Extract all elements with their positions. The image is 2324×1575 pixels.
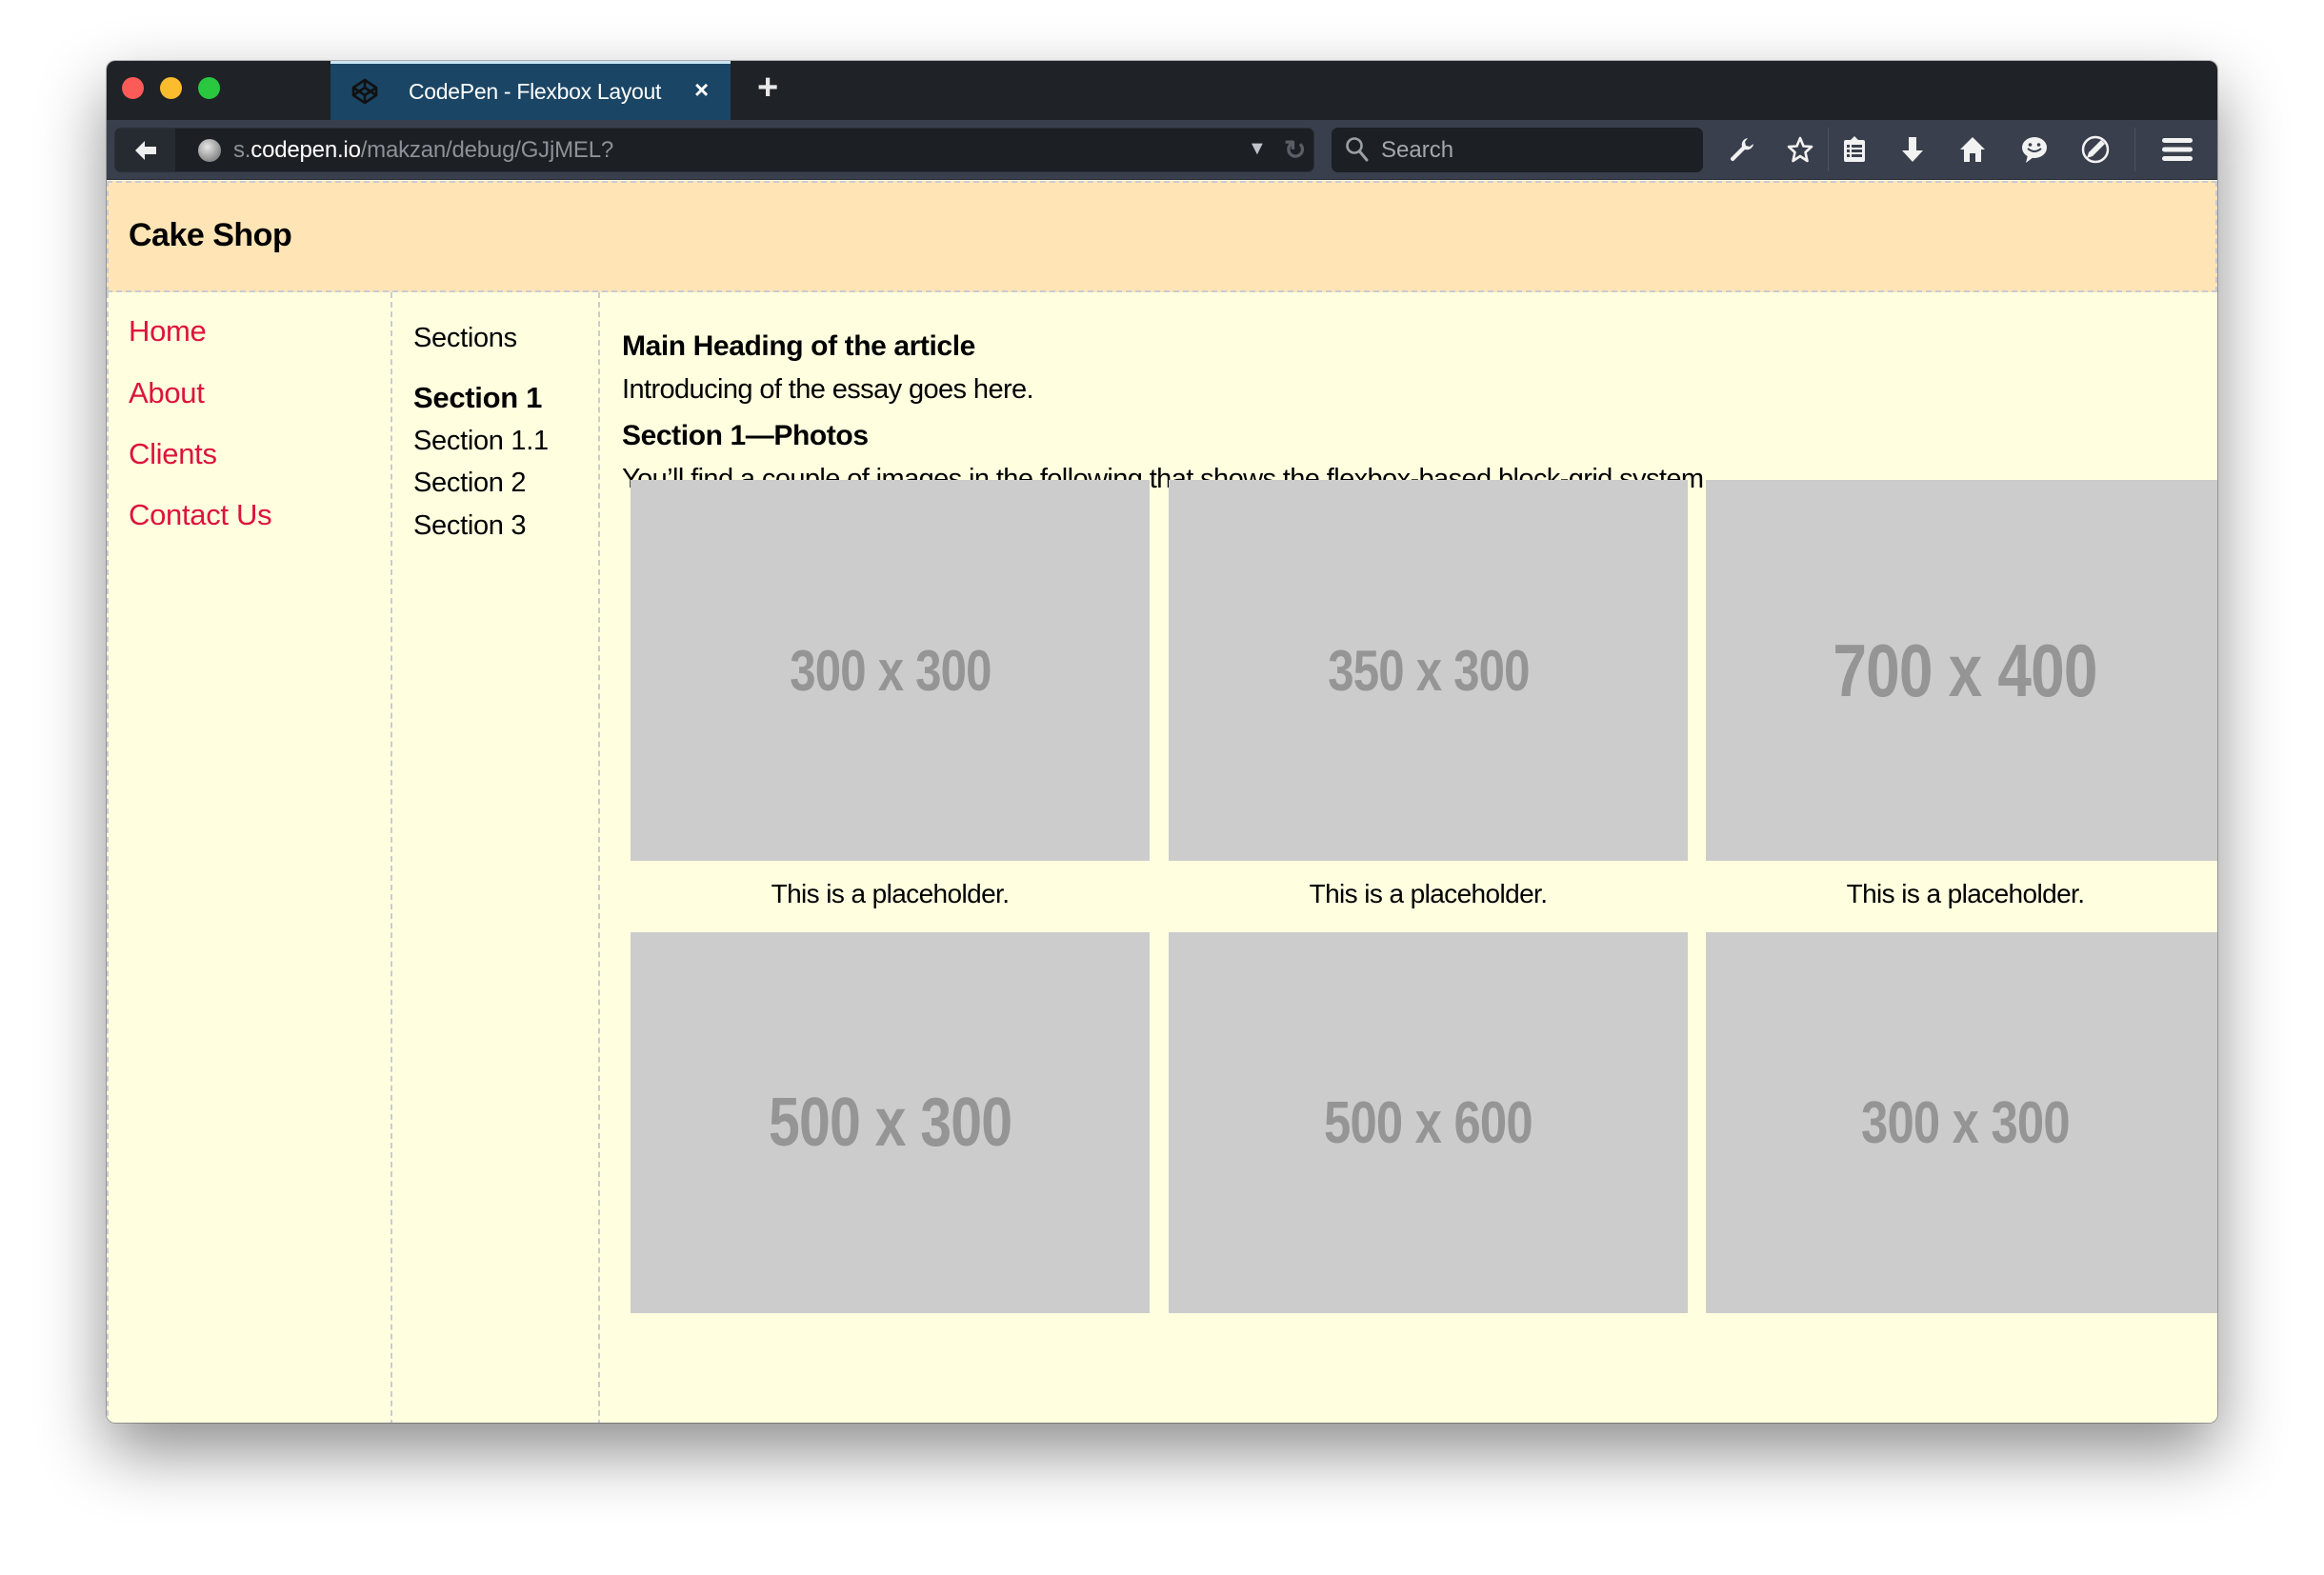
placeholder-image: 700 x 400: [1706, 480, 2217, 861]
sections-heading: Sections: [413, 323, 517, 353]
placeholder-image: 300 x 300: [1706, 932, 2217, 1313]
back-arrow-icon: [134, 140, 156, 160]
nav-link-contact-us[interactable]: Contact Us: [129, 498, 272, 532]
url-bar[interactable]: s.codepen.io/makzan/debug/GJjMEL? ▼ ↻: [114, 128, 1314, 172]
placeholder-image: 500 x 600: [1169, 932, 1688, 1313]
wrench-icon[interactable]: [1725, 133, 1757, 166]
nav-link-about[interactable]: About: [129, 376, 205, 410]
image-size-label: 500 x 600: [1324, 1089, 1533, 1156]
reading-list-icon[interactable]: [1838, 133, 1871, 166]
url-prefix: s.: [233, 137, 251, 163]
image-size-label: 300 x 300: [789, 638, 992, 703]
browser-window: CodePen - Flexbox Layout × + s.codepen.i…: [107, 61, 2217, 1423]
search-bar[interactable]: [1332, 128, 1703, 172]
nav-link-clients[interactable]: Clients: [129, 437, 217, 471]
placeholder-image: 350 x 300: [1169, 480, 1688, 861]
article-heading: Main Heading of the article: [622, 330, 975, 362]
toolbar-separator: [1828, 128, 1829, 171]
download-icon[interactable]: [1896, 133, 1929, 166]
url-path: /makzan/debug/GJjMEL?: [360, 137, 613, 163]
image-size-label: 500 x 300: [768, 1085, 1012, 1161]
article: Main Heading of the article Introducing …: [600, 292, 2217, 1423]
search-icon: [1346, 137, 1369, 162]
url-host: codepen.io: [250, 137, 361, 163]
title-bar: CodePen - Flexbox Layout × +: [107, 61, 2217, 120]
image-size-label: 300 x 300: [1861, 1089, 2071, 1156]
back-button[interactable]: [115, 129, 175, 171]
page-content: Cake Shop Home About Clients Contact Us …: [107, 180, 2217, 1423]
close-window-button[interactable]: [122, 77, 144, 99]
placeholder-image: 500 x 300: [631, 932, 1150, 1313]
tab-codepen[interactable]: CodePen - Flexbox Layout ×: [331, 61, 731, 120]
nav-link-home[interactable]: Home: [129, 314, 207, 349]
sections-nav: Sections Section 1 Section 1.1 Section 2…: [392, 292, 600, 1423]
toolbar-separator: [2134, 128, 2135, 171]
url-text[interactable]: s.codepen.io/makzan/debug/GJjMEL?: [233, 137, 613, 164]
primary-nav: Home About Clients Contact Us: [107, 292, 392, 1423]
image-caption: This is a placeholder.: [1309, 879, 1548, 908]
menu-icon[interactable]: [2161, 133, 2194, 166]
minimize-window-button[interactable]: [160, 77, 182, 99]
section-link-1-1[interactable]: Section 1.1: [413, 426, 549, 457]
maximize-window-button[interactable]: [198, 77, 220, 99]
star-icon[interactable]: [1784, 133, 1816, 166]
new-tab-button[interactable]: +: [757, 70, 778, 106]
close-tab-icon[interactable]: ×: [694, 75, 709, 105]
site-title: Cake Shop: [129, 217, 292, 253]
section-link-1[interactable]: Section 1: [413, 381, 542, 415]
image-size-label: 700 x 400: [1833, 628, 2098, 712]
codepen-icon: [351, 78, 378, 105]
tab-title: CodePen - Flexbox Layout: [409, 79, 662, 104]
image-caption: This is a placeholder.: [771, 879, 1010, 908]
image-caption: This is a placeholder.: [1846, 879, 2085, 908]
home-icon[interactable]: [1956, 133, 1989, 166]
url-dropdown-icon[interactable]: ▼: [1248, 138, 1267, 160]
section-link-3[interactable]: Section 3: [413, 510, 527, 542]
section-link-2[interactable]: Section 2: [413, 468, 527, 499]
image-size-label: 350 x 300: [1327, 638, 1530, 703]
placeholder-image: 300 x 300: [631, 480, 1150, 861]
site-header: Cake Shop: [107, 181, 2217, 292]
chat-icon[interactable]: [2018, 133, 2051, 166]
article-intro: Introducing of the essay goes here.: [622, 374, 1034, 405]
section-heading: Section 1—Photos: [622, 420, 869, 451]
pen-icon[interactable]: [2079, 133, 2112, 166]
globe-icon: [198, 139, 221, 162]
search-input[interactable]: [1379, 133, 1688, 168]
nav-toolbar: s.codepen.io/makzan/debug/GJjMEL? ▼ ↻: [107, 120, 2217, 180]
reload-icon[interactable]: ↻: [1284, 134, 1306, 166]
